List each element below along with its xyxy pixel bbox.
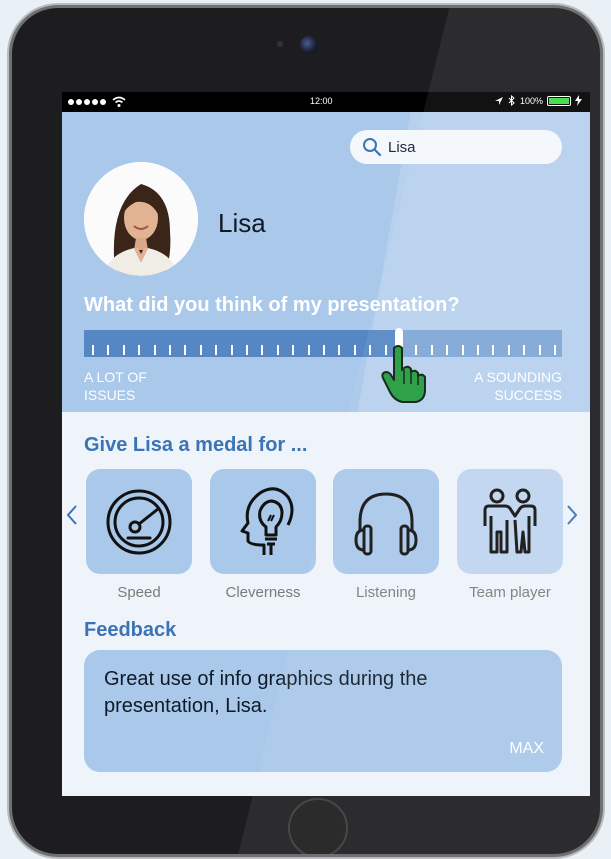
slider-tick (292, 345, 295, 355)
feedback-textarea[interactable]: Great use of info graphics during the pr… (84, 650, 562, 772)
app-screen: 12:00 100% Lisa Lisa What did you think … (62, 92, 590, 796)
medals-prev-button[interactable] (66, 504, 78, 533)
slider-tick (523, 345, 526, 355)
slider-tick (446, 345, 449, 355)
status-time: 12:00 (310, 96, 333, 106)
slider-tick (430, 345, 433, 355)
rating-question: What did you think of my presentation? (84, 294, 460, 316)
slider-tick (261, 345, 264, 355)
signal-strength (68, 96, 126, 108)
profile-panel: Lisa Lisa What did you think of my prese… (62, 112, 590, 412)
medal-listening[interactable]: Listening (333, 469, 439, 601)
scale-max-label: A SOUNDING SUCCESS (474, 369, 562, 403)
slider-tick (138, 345, 141, 355)
slider-tick (122, 345, 125, 355)
battery-percent: 100% (519, 95, 543, 106)
avatar (84, 162, 198, 276)
speedometer-icon (106, 489, 172, 554)
slider-tick (230, 345, 233, 355)
rating-slider[interactable] (84, 328, 562, 357)
slider-tick (184, 345, 187, 355)
sensor-dot (277, 41, 283, 47)
two-people-icon (483, 488, 537, 553)
slider-tick (107, 345, 110, 355)
medal-label: Speed (117, 584, 161, 601)
slider-tick (153, 345, 156, 355)
status-right: 100% (494, 95, 582, 106)
search-input[interactable]: Lisa (350, 130, 562, 164)
feedback-text: Great use of info graphics during the pr… (104, 668, 428, 717)
medal-cleverness[interactable]: Cleverness (210, 469, 316, 601)
slider-tick (492, 345, 495, 355)
slider-tick (276, 345, 279, 355)
slider-tick (92, 345, 94, 355)
medal-tile (457, 469, 563, 574)
search-value: Lisa (388, 138, 416, 156)
slider-tick (353, 345, 356, 355)
medal-tile (86, 469, 192, 574)
slider-tick (323, 345, 325, 355)
medals-next-button[interactable] (566, 504, 578, 533)
slider-tick (169, 345, 171, 355)
medal-team-player[interactable]: Team player (457, 469, 563, 601)
slider-tick (199, 345, 202, 355)
slider-tick (369, 345, 372, 355)
lightbulb-head-icon (240, 486, 294, 555)
headphones-icon (354, 491, 418, 555)
chevron-left-icon (66, 505, 77, 525)
home-button[interactable] (288, 798, 348, 854)
medal-speed[interactable]: Speed (86, 469, 192, 601)
slider-tick (215, 345, 218, 355)
slider-tick (338, 345, 341, 355)
slider-tick (246, 345, 248, 355)
slider-tick (538, 345, 541, 355)
scale-min-label: A LOT OF ISSUES (84, 369, 147, 403)
chevron-right-icon (567, 505, 578, 525)
medal-label: Listening (355, 584, 417, 601)
feedback-max-label: MAX (509, 740, 544, 757)
bluetooth-icon (508, 95, 515, 106)
battery-icon (547, 95, 571, 106)
status-bar: 12:00 100% (62, 92, 590, 112)
location-arrow-icon (494, 96, 503, 105)
slider-fill (84, 330, 400, 357)
charging-bolt-icon (575, 95, 582, 106)
medal-label: Cleverness (225, 584, 301, 601)
slider-tick (307, 345, 310, 355)
slider-tick (554, 345, 556, 355)
medal-label: Team player (469, 584, 551, 601)
search-icon (363, 138, 382, 157)
medal-section-title: Give Lisa a medal for ... (84, 434, 308, 456)
slider-tick (461, 345, 464, 355)
medal-tile (333, 469, 439, 574)
profile-name: Lisa (218, 208, 266, 238)
hand-pointer-icon (381, 345, 426, 403)
slider-tick (507, 345, 510, 355)
wifi-icon (112, 96, 126, 107)
feedback-title: Feedback (84, 619, 177, 641)
medal-tile (210, 469, 316, 574)
front-camera (300, 36, 318, 54)
slider-tick (477, 345, 479, 355)
tablet-frame: 12:00 100% Lisa Lisa What did you think … (12, 8, 600, 854)
